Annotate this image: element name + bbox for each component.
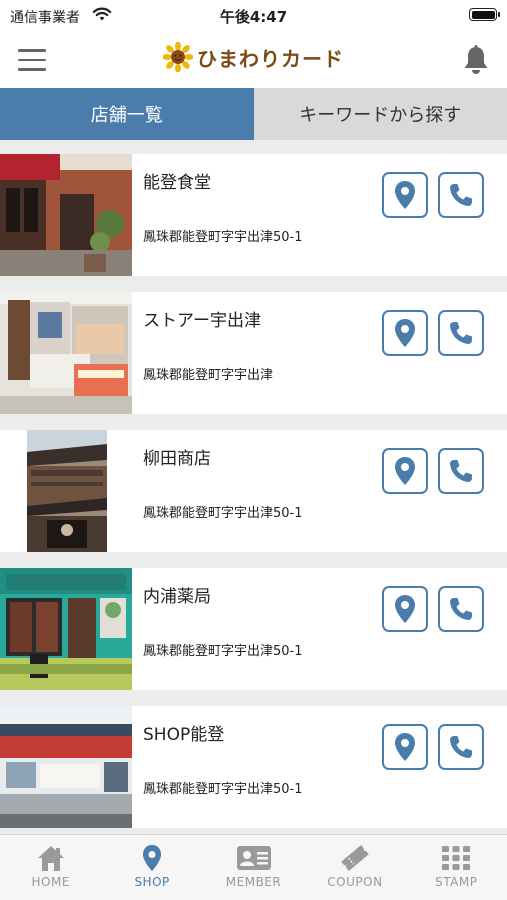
map-button[interactable] xyxy=(382,724,428,770)
shop-address: 鳳珠郡能登町字宇出津50-1 xyxy=(143,644,303,659)
phone-icon xyxy=(450,322,472,344)
map-pin-icon xyxy=(395,181,415,209)
home-icon xyxy=(37,846,64,871)
shop-photo xyxy=(0,706,132,828)
map-pin-icon xyxy=(395,733,415,761)
shop-address: 鳳珠郡能登町字宇出津 xyxy=(143,368,274,383)
segment-tabs: 店舗一覧 キーワードから探す xyxy=(0,88,507,140)
shop-name: 柳田商店 xyxy=(143,449,211,469)
nav-shop[interactable]: SHOP xyxy=(101,835,202,900)
shop-name: 能登食堂 xyxy=(143,173,211,193)
app-logo: ひまわりカード xyxy=(0,42,507,76)
nav-stamp[interactable]: STAMP xyxy=(406,835,507,900)
shop-address: 鳳珠郡能登町字宇出津50-1 xyxy=(143,782,303,797)
app-header: ひまわりカード xyxy=(0,30,507,88)
shop-photo xyxy=(27,430,107,552)
phone-icon xyxy=(450,598,472,620)
nav-member-label: MEMBER xyxy=(225,875,282,889)
member-card-icon xyxy=(236,846,271,870)
call-button[interactable] xyxy=(438,310,484,356)
nav-home[interactable]: HOME xyxy=(0,835,101,900)
map-pin-icon xyxy=(395,595,415,623)
phone-icon xyxy=(450,460,472,482)
battery-icon xyxy=(469,8,500,21)
nav-member[interactable]: MEMBER xyxy=(203,835,304,900)
shop-photo xyxy=(0,292,132,414)
bell-icon[interactable] xyxy=(461,44,491,76)
nav-shop-label: SHOP xyxy=(134,875,170,889)
nav-coupon-label: COUPON xyxy=(327,875,383,889)
shop-photo xyxy=(0,568,132,690)
call-button[interactable] xyxy=(438,724,484,770)
shop-name: 内浦薬局 xyxy=(143,587,211,607)
phone-icon xyxy=(450,736,472,758)
map-pin-icon xyxy=(395,319,415,347)
shop-row[interactable]: 柳田商店 鳳珠郡能登町字宇出津50-1 xyxy=(0,430,507,552)
map-pin-icon xyxy=(395,457,415,485)
nav-coupon[interactable]: COUPON xyxy=(304,835,405,900)
shop-address: 鳳珠郡能登町字宇出津50-1 xyxy=(143,230,303,245)
call-button[interactable] xyxy=(438,448,484,494)
shop-name: SHOP能登 xyxy=(143,725,225,745)
shop-row[interactable]: 能登食堂 鳳珠郡能登町字宇出津50-1 xyxy=(0,154,507,276)
shop-row[interactable]: SHOP能登 鳳珠郡能登町字宇出津50-1 xyxy=(0,706,507,828)
shop-list[interactable]: 能登食堂 鳳珠郡能登町字宇出津50-1 ストアー宇出津 鳳珠郡能登町字宇出津 柳… xyxy=(0,140,507,834)
map-button[interactable] xyxy=(382,586,428,632)
call-button[interactable] xyxy=(438,172,484,218)
tab-keyword-search[interactable]: キーワードから探す xyxy=(253,88,507,140)
call-button[interactable] xyxy=(438,586,484,632)
bottom-tab-bar: HOME SHOP MEMBER COUPON STAMP xyxy=(0,834,507,900)
map-pin-icon xyxy=(143,845,162,871)
map-button[interactable] xyxy=(382,448,428,494)
shop-photo xyxy=(0,154,132,276)
shop-name: ストアー宇出津 xyxy=(143,311,261,331)
sunflower-icon xyxy=(163,42,193,72)
shop-row[interactable]: ストアー宇出津 鳳珠郡能登町字宇出津 xyxy=(0,292,507,414)
ticket-icon xyxy=(341,845,369,871)
clock: 午後4:47 xyxy=(219,8,288,26)
phone-icon xyxy=(450,184,472,206)
nav-stamp-label: STAMP xyxy=(435,875,478,889)
map-button[interactable] xyxy=(382,172,428,218)
logo-text: ひまわりカード xyxy=(197,46,344,71)
tab-shop-list[interactable]: 店舗一覧 xyxy=(0,88,254,140)
shop-row[interactable]: 内浦薬局 鳳珠郡能登町字宇出津50-1 xyxy=(0,568,507,690)
shop-address: 鳳珠郡能登町字宇出津50-1 xyxy=(143,506,303,521)
nav-home-label: HOME xyxy=(31,875,70,889)
map-button[interactable] xyxy=(382,310,428,356)
status-bar: 通信事業者 午後4:47 xyxy=(0,0,507,30)
grid-icon xyxy=(442,846,471,870)
